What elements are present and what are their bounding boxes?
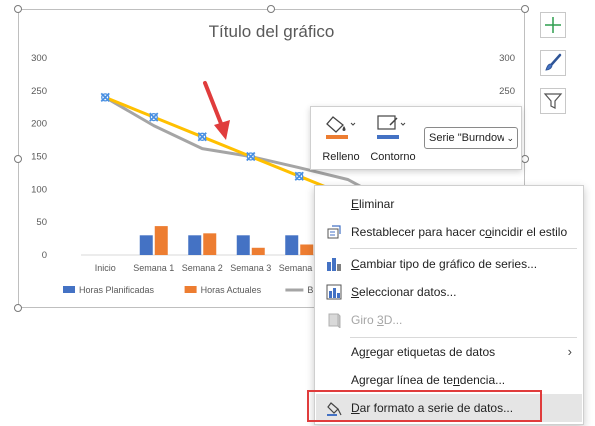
menu-item-label: Eliminar <box>351 197 395 211</box>
bar-horas-planificadas[interactable] <box>139 235 153 255</box>
context-menu: Eliminar Restablecer para hacer coincidi… <box>314 185 584 425</box>
series-selector-value: Serie "Burndow <box>429 132 506 144</box>
chart-filters-button[interactable] <box>540 88 566 114</box>
resize-handle-top-right[interactable] <box>521 5 529 13</box>
select-data-icon <box>326 284 342 300</box>
y-tick-label[interactable]: 0 <box>42 250 47 261</box>
menu-item-label: Cambiar tipo de gráfico de series... <box>351 257 538 271</box>
y-tick-label[interactable]: 200 <box>31 119 47 130</box>
menu-item-label: Seleccionar datos... <box>351 285 457 299</box>
resize-handle-middle-right[interactable] <box>521 155 529 163</box>
mini-format-toolbar: Relleno Contorno Serie "Burndow ⌄ <box>310 106 522 170</box>
x-tick-label[interactable]: Inicio <box>95 263 116 273</box>
menu-item-label: Agregar etiquetas de datos <box>351 345 496 359</box>
chart-type-icon <box>327 258 341 271</box>
bar-horas-actuales[interactable] <box>154 226 168 255</box>
legend-swatch[interactable] <box>184 286 197 293</box>
fill-label: Relleno <box>322 151 360 163</box>
y-tick-label[interactable]: 50 <box>36 217 47 228</box>
legend-label[interactable]: Horas Planificadas <box>79 285 155 295</box>
resize-handle-middle-left[interactable] <box>14 155 22 163</box>
y-tick-label[interactable]: 150 <box>31 152 47 163</box>
rotation-3d-icon <box>328 313 341 328</box>
red-highlight-box <box>307 390 542 422</box>
y-tick-label[interactable]: 250 <box>31 86 47 97</box>
secondary-y-tick-label[interactable]: 300 <box>499 53 515 64</box>
y-tick-label[interactable]: 300 <box>31 53 47 64</box>
resize-handle-top-left[interactable] <box>14 5 22 13</box>
x-tick-label[interactable]: Semana 1 <box>133 263 174 273</box>
menu-item-agregar-etiquetas[interactable]: Agregar etiquetas de datos › <box>316 338 582 366</box>
plus-icon <box>545 17 561 33</box>
outline-label: Contorno <box>370 151 416 163</box>
chevron-right-icon: › <box>567 344 572 359</box>
series-selector-dropdown[interactable]: Serie "Burndow ⌄ <box>424 127 518 149</box>
secondary-y-tick-label[interactable]: 250 <box>499 86 515 97</box>
bar-horas-actuales[interactable] <box>300 244 314 255</box>
chart-elements-button[interactable] <box>540 12 566 38</box>
bar-horas-actuales[interactable] <box>251 247 265 255</box>
chart-styles-button[interactable] <box>540 50 566 76</box>
legend-label[interactable]: Horas Actuales <box>201 285 262 295</box>
funnel-icon <box>543 93 563 109</box>
paint-bucket-icon <box>326 116 356 139</box>
menu-item-restablecer-estilo[interactable]: Restablecer para hacer coincidir el esti… <box>316 218 582 246</box>
chevron-down-icon: ⌄ <box>504 128 514 148</box>
resize-handle-bottom-left[interactable] <box>14 304 22 312</box>
menu-item-eliminar[interactable]: Eliminar <box>316 190 582 218</box>
legend-label[interactable]: B <box>307 285 313 295</box>
menu-item-giro-3d: Giro 3D... <box>316 306 582 334</box>
menu-item-label: Giro 3D... <box>351 313 403 327</box>
outline-pen-icon <box>377 115 406 139</box>
brush-icon <box>545 53 562 71</box>
reset-style-icon <box>327 225 341 239</box>
x-tick-label[interactable]: Semana 2 <box>182 263 223 273</box>
bar-horas-planificadas[interactable] <box>236 235 250 255</box>
bar-horas-actuales[interactable] <box>203 233 217 255</box>
menu-item-label: Restablecer para hacer coincidir el esti… <box>351 225 568 239</box>
menu-separator <box>350 248 577 249</box>
bar-horas-planificadas[interactable] <box>188 235 202 255</box>
menu-item-cambiar-tipo-grafico[interactable]: Cambiar tipo de gráfico de series... <box>316 250 582 278</box>
y-tick-label[interactable]: 100 <box>31 184 47 195</box>
bar-horas-planificadas[interactable] <box>285 235 299 255</box>
x-tick-label[interactable]: Semana 3 <box>230 263 271 273</box>
menu-item-seleccionar-datos[interactable]: Seleccionar datos... <box>316 278 582 306</box>
legend-swatch[interactable] <box>63 286 75 293</box>
resize-handle-top-middle[interactable] <box>267 5 275 13</box>
